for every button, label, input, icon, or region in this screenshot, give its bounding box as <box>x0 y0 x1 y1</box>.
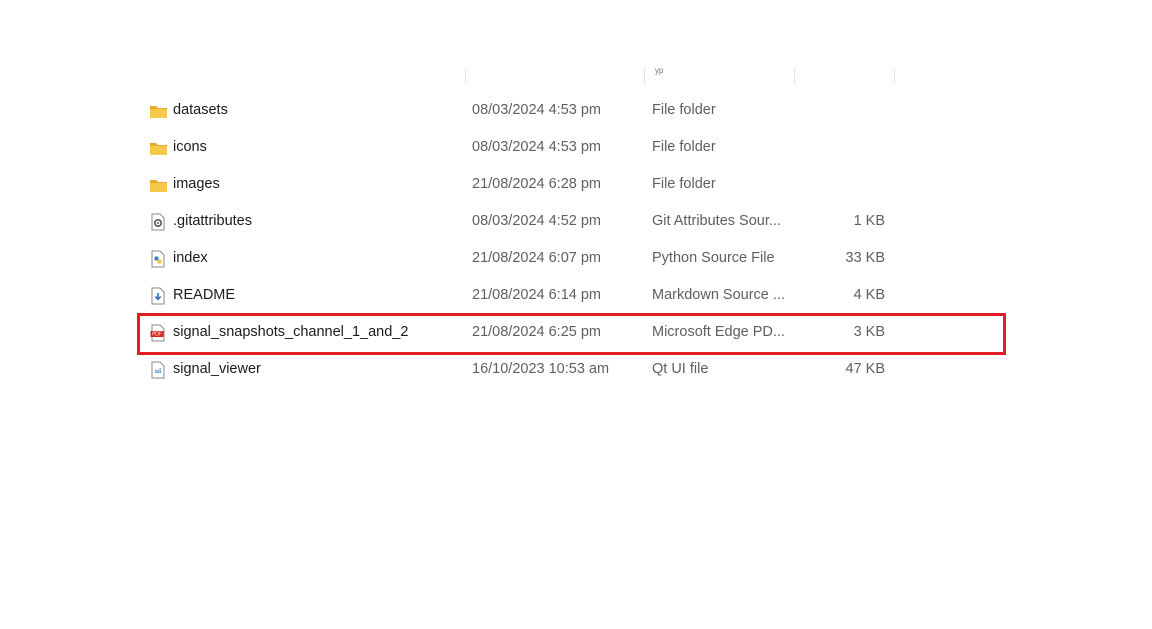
file-date-modified: 08/03/2024 4:52 pm <box>472 213 601 229</box>
file-name: images <box>173 176 220 192</box>
file-size: 47 KB <box>845 361 886 377</box>
file-name: signal_viewer <box>173 361 261 377</box>
file-date-modified: 21/08/2024 6:14 pm <box>472 287 601 303</box>
svg-text:ui: ui <box>155 368 161 375</box>
file-size <box>805 92 885 129</box>
list-item[interactable]: ui signal_viewer 16/10/2023 10:53 am Qt … <box>140 351 1000 388</box>
python-file-icon <box>148 240 168 277</box>
file-size: 1 KB <box>853 213 885 229</box>
list-item-selected[interactable]: PDF signal_snapshots_channel_1_and_2 21/… <box>140 314 1000 351</box>
ui-file-icon: ui <box>148 351 168 388</box>
column-divider[interactable] <box>794 68 795 84</box>
column-header-type-clipped[interactable]: ʸᵖ <box>655 66 663 78</box>
file-name: signal_snapshots_channel_1_and_2 <box>173 324 409 340</box>
column-header-row: ʸᵖ <box>0 66 1152 86</box>
column-divider[interactable] <box>894 68 895 84</box>
list-item[interactable]: README 21/08/2024 6:14 pm Markdown Sourc… <box>140 277 1000 314</box>
file-size <box>805 166 885 203</box>
folder-icon <box>148 166 168 203</box>
file-name: README <box>173 287 236 303</box>
list-item[interactable]: .gitattributes 08/03/2024 4:52 pm Git At… <box>140 203 1000 240</box>
file-name: index <box>173 250 208 266</box>
folder-icon <box>148 92 168 129</box>
file-type: File folder <box>652 139 716 155</box>
list-item[interactable]: datasets 08/03/2024 4:53 pm File folder <box>140 92 1000 129</box>
file-type: Qt UI file <box>652 361 709 377</box>
column-divider[interactable] <box>644 68 645 84</box>
list-item[interactable]: index 21/08/2024 6:07 pm Python Source F… <box>140 240 1000 277</box>
file-size: 33 KB <box>845 250 886 266</box>
file-date-modified: 08/03/2024 4:53 pm <box>472 139 601 155</box>
column-divider[interactable] <box>465 68 466 84</box>
file-size: 3 KB <box>853 324 885 340</box>
file-name: .gitattributes <box>173 213 252 229</box>
file-size: 4 KB <box>853 287 885 303</box>
file-type: File folder <box>652 176 716 192</box>
file-date-modified: 21/08/2024 6:07 pm <box>472 250 601 266</box>
file-type: Microsoft Edge PD... <box>652 324 785 340</box>
settings-file-icon <box>148 203 168 240</box>
pdf-file-icon: PDF <box>148 314 168 351</box>
file-date-modified: 21/08/2024 6:25 pm <box>472 324 601 340</box>
svg-text:PDF: PDF <box>152 331 162 337</box>
file-type: Python Source File <box>652 250 775 266</box>
list-item[interactable]: images 21/08/2024 6:28 pm File folder <box>140 166 1000 203</box>
markdown-file-icon <box>148 277 168 314</box>
file-date-modified: 08/03/2024 4:53 pm <box>472 102 601 118</box>
file-name: icons <box>173 139 207 155</box>
file-name: datasets <box>173 102 228 118</box>
file-date-modified: 16/10/2023 10:53 am <box>472 361 610 377</box>
file-type: File folder <box>652 102 716 118</box>
folder-icon <box>148 129 168 166</box>
file-size <box>805 129 885 166</box>
file-type: Markdown Source ... <box>652 287 785 303</box>
file-type: Git Attributes Sour... <box>652 213 781 229</box>
file-date-modified: 21/08/2024 6:28 pm <box>472 176 601 192</box>
list-item[interactable]: icons 08/03/2024 4:53 pm File folder <box>140 129 1000 166</box>
